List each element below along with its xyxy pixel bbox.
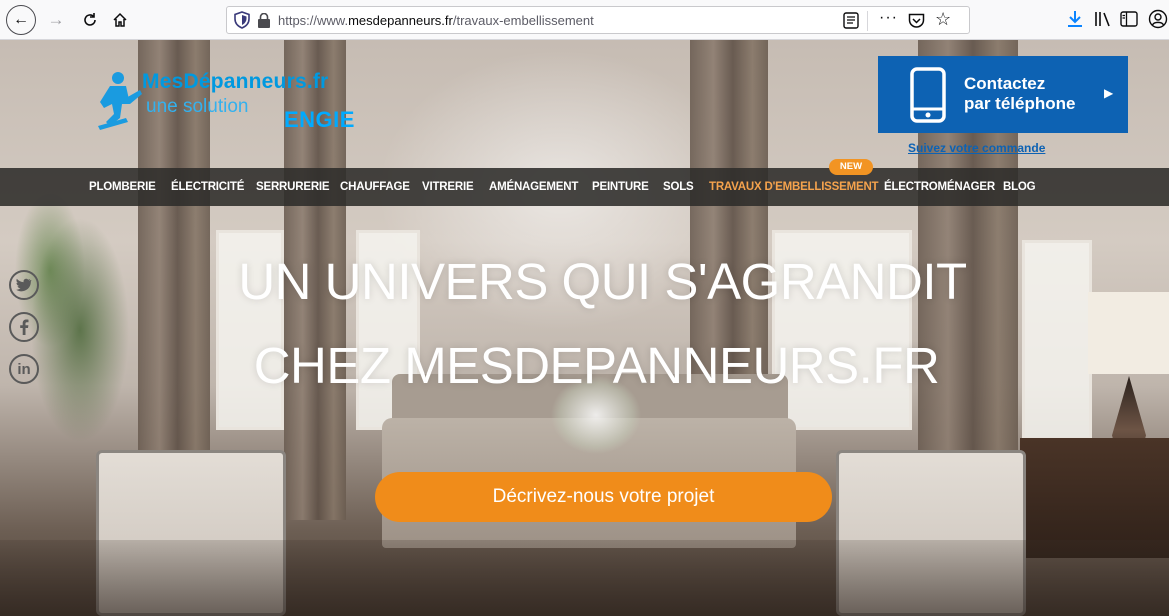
contact-phone-button[interactable]: Contactez par téléphone ▶: [878, 56, 1128, 133]
track-order-link[interactable]: Suivez votre commande: [908, 141, 1045, 155]
nav-item-serrurerie[interactable]: SERRURERIE: [256, 181, 330, 193]
nav-item-vitrerie[interactable]: VITRERIE: [422, 181, 474, 193]
library-icon[interactable]: [1094, 11, 1112, 27]
shield-icon[interactable]: [233, 11, 251, 29]
logo-brand-text: MesDépanneurs.fr: [142, 70, 329, 93]
page-viewport: MesDépanneurs.fr une solution ENGIE Cont…: [0, 40, 1169, 616]
repairman-logo-icon: [98, 72, 142, 130]
back-icon[interactable]: ←: [6, 5, 36, 35]
nav-item-blog[interactable]: BLOG: [1003, 181, 1036, 193]
browser-toolbar: ← → https://www.mesdepanneurs.fr/travaux…: [0, 0, 1169, 40]
logo-tagline: une solution: [146, 96, 249, 117]
account-icon[interactable]: [1148, 9, 1168, 29]
new-badge: NEW: [829, 159, 873, 175]
nav-item-amenagement[interactable]: AMÉNAGEMENT: [489, 181, 578, 193]
lock-icon[interactable]: [257, 13, 271, 28]
hero-headline-line-1: UN UNIVERS QUI S'AGRANDIT: [238, 253, 967, 310]
bookmark-star-icon[interactable]: ☆: [935, 9, 951, 30]
nav-item-peinture[interactable]: PEINTURE: [592, 181, 649, 193]
download-icon[interactable]: [1066, 9, 1084, 29]
contact-line-2: par téléphone: [964, 94, 1076, 113]
url-separator: [867, 11, 868, 31]
nav-item-electromenager[interactable]: ÉLECTROMÉNAGER: [884, 181, 995, 193]
reload-icon[interactable]: [76, 6, 104, 34]
main-navigation: PLOMBERIE ÉLECTRICITÉ SERRURERIE CHAUFFA…: [0, 168, 1169, 206]
phone-icon: [910, 67, 946, 123]
logo-engie-text: ENGIE: [284, 107, 355, 132]
nav-item-chauffage[interactable]: CHAUFFAGE: [340, 181, 410, 193]
nav-item-travaux-embellissement[interactable]: TRAVAUX D'EMBELLISSEMENT: [709, 181, 879, 193]
hero-headline-line-2: CHEZ MESDEPANNEURS.FR: [253, 337, 940, 394]
page-actions-button[interactable]: ···: [879, 9, 898, 27]
reader-view-icon[interactable]: [843, 12, 859, 29]
url-bar[interactable]: https://www.mesdepanneurs.fr/travaux-emb…: [226, 6, 970, 34]
url-domain: mesdepanneurs.fr: [348, 13, 453, 28]
home-icon[interactable]: [106, 6, 134, 34]
hero-floor-decor: [0, 540, 1169, 616]
nav-item-plomberie[interactable]: PLOMBERIE: [89, 181, 156, 193]
nav-item-sols[interactable]: SOLS: [663, 181, 694, 193]
pocket-icon[interactable]: [908, 12, 925, 29]
chevron-right-icon: ▶: [1104, 86, 1114, 100]
nav-item-electricite[interactable]: ÉLECTRICITÉ: [171, 181, 244, 193]
contact-line-1: Contactez: [964, 74, 1046, 93]
forward-icon[interactable]: →: [42, 6, 70, 34]
url-text[interactable]: https://www.mesdepanneurs.fr/travaux-emb…: [278, 13, 594, 28]
site-logo[interactable]: MesDépanneurs.fr une solution ENGIE: [96, 68, 368, 138]
sidebar-icon[interactable]: [1120, 11, 1138, 27]
describe-project-button[interactable]: Décrivez-nous votre projet: [375, 472, 832, 522]
